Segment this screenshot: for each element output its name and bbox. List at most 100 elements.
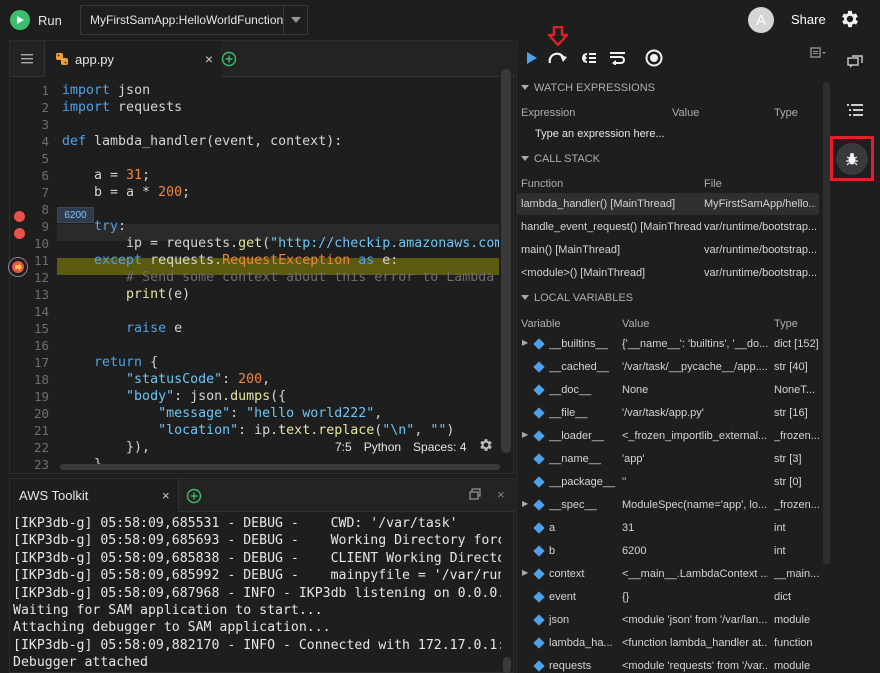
variable-row[interactable]: ▶ __spec__ ModuleSpec(name='app', lo... _fr…: [517, 494, 819, 516]
chevron-down-icon[interactable]: [283, 6, 307, 34]
variable-row[interactable]: lambda_ha... <function lambda_handler at.…: [517, 632, 819, 654]
breakpoint-icon[interactable]: [14, 228, 25, 239]
tab-app-py[interactable]: app.py ×: [45, 41, 221, 77]
step-out-icon[interactable]: [607, 48, 629, 68]
variable-type: _frozen...: [774, 499, 819, 511]
variable-row[interactable]: json <module 'json' from '/var/lan... modu…: [517, 609, 819, 631]
step-over-icon[interactable]: [547, 48, 569, 68]
share-button[interactable]: Share: [791, 12, 826, 27]
cursor-position[interactable]: 7:5: [335, 440, 352, 454]
call-stack-row[interactable]: main() [MainThread] var/runtime/bootstra…: [517, 239, 819, 261]
debugger-panel: WATCH EXPRESSIONS Expression Value Type …: [516, 25, 830, 673]
tab-label: AWS Toolkit: [19, 488, 89, 503]
variable-name: a: [549, 522, 556, 534]
call-stack-row[interactable]: handle_event_request() [MainThread] var/…: [517, 216, 819, 238]
close-panel-icon[interactable]: ×: [497, 487, 505, 502]
variable-icon: [533, 338, 545, 350]
variable-row[interactable]: __doc__ None NoneT...: [517, 379, 819, 401]
resume-icon[interactable]: [521, 48, 543, 68]
run-button[interactable]: Run: [10, 7, 62, 33]
debugger-scrollbar[interactable]: [823, 82, 830, 564]
chat-icon[interactable]: [837, 46, 873, 78]
frame-file: var/runtime/bootstrap....: [704, 244, 816, 256]
breakpoint-icon[interactable]: [14, 211, 25, 222]
variable-value: 6200: [622, 545, 647, 557]
play-icon: [10, 10, 30, 30]
col-expression[interactable]: Expression: [521, 107, 575, 119]
variable-row[interactable]: ▶ __builtins__ {'__name__': 'builtins', '_…: [517, 333, 819, 355]
code-line: }),: [62, 440, 151, 455]
variable-row[interactable]: requests <module 'requests' from '/var...…: [517, 655, 819, 673]
variable-row[interactable]: a 31 int: [517, 517, 819, 539]
col-value[interactable]: Value: [672, 107, 699, 119]
expand-caret-icon[interactable]: ▶: [522, 568, 528, 577]
restore-window-icon[interactable]: [469, 488, 481, 503]
expand-caret-icon[interactable]: ▶: [522, 499, 528, 508]
menu-icon[interactable]: [10, 41, 45, 77]
col-variable[interactable]: Variable: [521, 318, 561, 330]
expand-caret-icon[interactable]: ▶: [522, 338, 528, 347]
editor-vertical-scrollbar[interactable]: [501, 69, 511, 453]
caret-down-icon: [521, 295, 529, 300]
editor-panel: app.py × 1 2 3 4 5 6 7 8 9 10 11 12 13 1…: [8, 40, 515, 474]
step-into-icon[interactable]: [577, 48, 599, 68]
tab-aws-toolkit[interactable]: AWS Toolkit ×: [10, 479, 179, 512]
call-stack-header[interactable]: CALL STACK: [517, 149, 819, 169]
col-type[interactable]: Type: [774, 318, 798, 330]
indentation-setting[interactable]: Spaces: 4: [413, 440, 466, 454]
col-value[interactable]: Value: [622, 318, 649, 330]
code-area[interactable]: import json import requests def lambda_h…: [57, 81, 499, 466]
add-tab-icon[interactable]: [221, 51, 237, 70]
local-variables-header[interactable]: LOCAL VARIABLES: [517, 288, 819, 308]
line-number: 7: [41, 185, 49, 200]
terminal-line: Debugger attached: [13, 655, 148, 671]
line-number: 3: [41, 117, 49, 132]
variable-row[interactable]: __package__ '' str [0]: [517, 471, 819, 493]
panel-layout-icon[interactable]: [810, 47, 826, 62]
language-mode[interactable]: Python: [364, 440, 401, 454]
code-line: "statusCode": 200,: [126, 372, 271, 387]
run-config-select[interactable]: MyFirstSamApp:HelloWorldFunction: [80, 5, 308, 35]
col-type[interactable]: Type: [774, 107, 798, 119]
gear-icon[interactable]: [839, 8, 861, 33]
variable-row[interactable]: __name__ 'app' str [3]: [517, 448, 819, 470]
watch-expressions-header[interactable]: WATCH EXPRESSIONS: [517, 78, 819, 98]
variable-row[interactable]: ▶ context <__main__.LambdaContext ... __mai…: [517, 563, 819, 585]
run-config-label: MyFirstSamApp:HelloWorldFunction: [90, 13, 284, 27]
caret-down-icon: [521, 156, 529, 161]
avatar[interactable]: A: [748, 7, 774, 33]
add-tab-icon[interactable]: [186, 488, 202, 507]
watch-expression-input[interactable]: Type an expression here...: [517, 123, 819, 145]
variable-icon: [533, 384, 545, 396]
breakpoints-toggle-icon[interactable]: [643, 48, 665, 68]
col-function[interactable]: Function: [521, 178, 563, 190]
tab-label: app.py: [75, 51, 115, 67]
variable-row[interactable]: ▶ __loader__ <_frozen_importlib_external..…: [517, 425, 819, 447]
terminal-scrollbar[interactable]: [503, 657, 511, 673]
variable-name: __name__: [549, 453, 601, 465]
gear-icon[interactable]: [478, 437, 494, 456]
run-label: Run: [38, 12, 62, 28]
expand-caret-icon[interactable]: ▶: [522, 430, 528, 439]
variable-row[interactable]: b 6200 int: [517, 540, 819, 562]
outline-icon[interactable]: [837, 94, 873, 126]
debugger-sidebar-button[interactable]: [830, 136, 874, 181]
line-number: 19: [33, 389, 49, 404]
close-icon[interactable]: ×: [205, 51, 213, 67]
variable-type: str [3]: [774, 453, 802, 465]
editor-horizontal-scrollbar[interactable]: [60, 464, 500, 470]
line-gutter[interactable]: 1 2 3 4 5 6 7 8 9 10 11 12 13 14 15 16 1…: [8, 81, 57, 472]
editor-tab-bar: app.py ×: [10, 41, 515, 77]
variable-name: __package__: [549, 476, 616, 488]
close-icon[interactable]: ×: [162, 488, 170, 503]
variable-row[interactable]: __cached__ '/var/task/__pycache__/app....…: [517, 356, 819, 378]
variable-name: b: [549, 545, 556, 557]
variable-row[interactable]: __file__ '/var/task/app.py' str [16]: [517, 402, 819, 424]
col-file[interactable]: File: [704, 178, 722, 190]
call-stack-row[interactable]: lambda_handler() [MainThread] MyFirstSam…: [517, 193, 819, 215]
terminal-output[interactable]: [IKP3db-g] 05:58:09,685531 - DEBUG - CWD…: [13, 515, 501, 671]
call-stack-row[interactable]: <module>() [MainThread] var/runtime/boot…: [517, 262, 819, 284]
variable-row[interactable]: event {} dict: [517, 586, 819, 608]
code-line: a = 31;: [62, 168, 151, 183]
current-execution-icon[interactable]: [8, 257, 28, 277]
